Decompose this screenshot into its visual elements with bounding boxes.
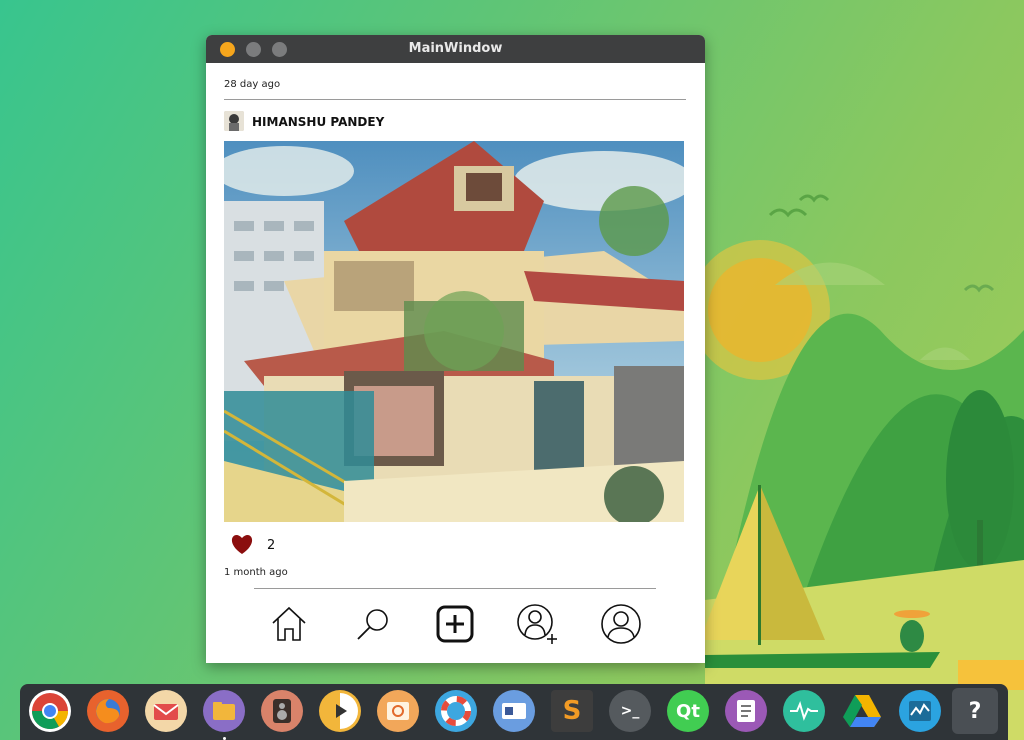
image-editor-logo	[387, 702, 409, 720]
folder-logo	[213, 702, 235, 720]
add-user-icon[interactable]	[516, 603, 558, 645]
post-divider	[224, 99, 686, 100]
bottom-nav	[206, 603, 705, 653]
window-titlebar[interactable]: MainWindow	[206, 35, 705, 63]
post-image-illustration	[224, 141, 684, 522]
unknown-app-icon[interactable]: ?	[952, 688, 998, 734]
window-title: MainWindow	[408, 41, 503, 56]
profile-icon[interactable]	[600, 603, 642, 645]
lifebuoy-logo	[441, 696, 471, 726]
panel-logo	[502, 703, 526, 719]
firefox-logo	[96, 699, 120, 724]
home-icon[interactable]	[268, 603, 310, 645]
avatar[interactable]	[224, 111, 244, 131]
like-count: 2	[267, 538, 276, 553]
drive-logo	[843, 695, 881, 727]
mail-icon[interactable]	[145, 690, 187, 732]
qt-icon[interactable]: Qt	[667, 690, 709, 732]
search-icon[interactable]	[352, 603, 394, 645]
previous-post-timestamp: 28 day ago	[224, 79, 281, 90]
speaker-logo	[273, 699, 291, 723]
speaker-icon[interactable]	[261, 690, 303, 732]
firefox-icon[interactable]	[87, 690, 129, 732]
heart-icon[interactable]	[230, 533, 254, 555]
player-icon[interactable]	[319, 690, 361, 732]
dock: S >_ Qt ?	[20, 684, 1008, 740]
main-window: MainWindow 28 day ago HIMANSHU PANDEY 2 …	[206, 35, 705, 663]
bottom-divider	[254, 588, 656, 589]
help-ring-icon[interactable]	[435, 690, 477, 732]
image-editor-icon[interactable]	[377, 690, 419, 732]
player-logo	[336, 693, 358, 729]
google-drive-icon[interactable]	[841, 690, 883, 732]
chrome-logo	[31, 693, 69, 730]
pulse-logo	[790, 701, 818, 721]
chrome-icon[interactable]	[29, 690, 71, 732]
panel-icon[interactable]	[493, 690, 535, 732]
desktop: { "window": { "title": "MainWindow" }, "…	[0, 0, 1024, 740]
system-monitor-icon[interactable]	[783, 690, 825, 732]
post-image[interactable]	[224, 141, 684, 522]
sublime-text-icon[interactable]: S	[551, 690, 593, 732]
post-timestamp: 1 month ago	[224, 567, 288, 578]
add-post-icon[interactable]	[434, 603, 476, 645]
activity-logo	[909, 701, 931, 721]
avatar-image	[224, 111, 244, 131]
mail-logo	[153, 704, 179, 720]
document-logo	[737, 700, 755, 722]
text-editor-icon[interactable]	[725, 690, 767, 732]
files-icon[interactable]	[203, 690, 245, 740]
activity-icon[interactable]	[899, 690, 941, 732]
post-username[interactable]: HIMANSHU PANDEY	[252, 115, 384, 129]
terminal-icon[interactable]: >_	[609, 690, 651, 732]
